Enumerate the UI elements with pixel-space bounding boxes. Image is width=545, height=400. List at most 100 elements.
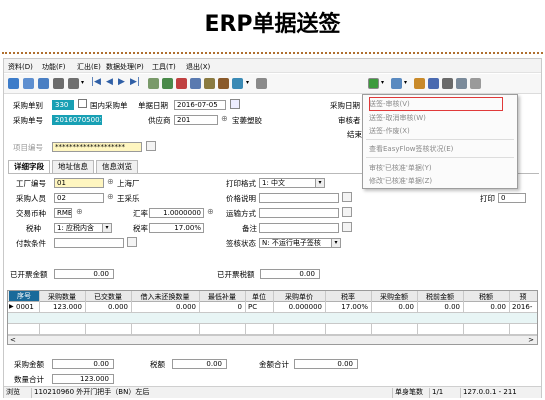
grid-cell[interactable]: 0.00 (374, 303, 414, 311)
tool-icon[interactable] (204, 78, 215, 89)
grid-cell[interactable]: 0001 (16, 303, 34, 311)
chevron-down-icon[interactable]: ▾ (102, 224, 111, 232)
tax-type-select[interactable]: 1: 应税内含 ▾ (54, 223, 112, 233)
menu-data[interactable]: 资料(D) (8, 62, 33, 72)
menu-exit[interactable]: 退出(X) (186, 62, 210, 72)
grid-cell[interactable]: 0.000 (88, 303, 128, 311)
table-row[interactable]: ▶ 0001 123.000 0.000 0.000 0 PC 0.000000… (8, 302, 537, 313)
grid-cell[interactable]: 0.00 (420, 303, 460, 311)
report-icon[interactable] (456, 78, 467, 89)
grid-cell[interactable]: 17.00% (328, 303, 368, 311)
people-icon[interactable] (414, 78, 425, 89)
price-note-lookup-icon[interactable] (342, 192, 352, 202)
purchase-type-field[interactable]: 330 (52, 100, 74, 110)
grid-header-cell[interactable]: 采购单价 (274, 292, 324, 302)
detail-grid[interactable]: 序号 采购数量 已交数量 借入未还换数量 最低补量 单位 采购单价 税率 采购金… (7, 290, 538, 345)
doc-icon[interactable] (391, 78, 402, 89)
grid-header-cell[interactable]: 最低补量 (200, 292, 244, 302)
grid-cell[interactable]: 123.000 (42, 303, 82, 311)
menu-function[interactable]: 功能(F) (42, 62, 66, 72)
project-lookup-icon[interactable] (146, 141, 156, 151)
menu-tools[interactable]: 工具(T) (152, 62, 176, 72)
payment-field[interactable] (54, 238, 124, 248)
grid-header-cell[interactable]: 预 (510, 292, 536, 302)
menu-item-easyflow-status[interactable]: 查看EasyFlow签核状况(E) (369, 144, 453, 154)
buyer-lookup-icon[interactable]: ⊕ (107, 192, 114, 201)
menu-process[interactable]: 数据处理(P) (106, 62, 144, 72)
print-preview-icon[interactable] (442, 78, 453, 89)
menu-export[interactable]: 汇出(E) (77, 62, 101, 72)
order-date-field[interactable]: 2016-07-05 (174, 100, 226, 110)
tab-detail[interactable]: 详细字段 (8, 160, 50, 173)
remark-field[interactable] (259, 223, 339, 233)
tab-info[interactable]: 信息浏览 (96, 160, 138, 173)
buyer-code-field[interactable]: 02 (54, 193, 104, 203)
purchase-no-field[interactable]: 20160705001 (52, 115, 102, 125)
tax-rate-field[interactable]: 17.00% (149, 223, 204, 233)
edit-icon[interactable] (38, 78, 49, 89)
first-record-icon[interactable]: |◀ (91, 77, 101, 87)
supplier-code-field[interactable]: 201 (174, 115, 218, 125)
grid-header-cell[interactable]: 借入未还换数量 (132, 292, 198, 302)
menu-item-submit-void[interactable]: 送签-作废(X) (369, 126, 410, 136)
grid-header-cell[interactable]: 单位 (246, 292, 272, 302)
grid-cell[interactable]: 0.000000 (276, 303, 322, 311)
menu-item-approve-approved[interactable]: 审核'已核准'单据(Y) (369, 163, 432, 173)
last-record-icon[interactable]: ▶| (130, 77, 140, 87)
sheet-icon[interactable] (148, 78, 159, 89)
grid-header-cell[interactable]: 税额 (464, 292, 508, 302)
calendar-icon[interactable] (230, 99, 240, 109)
scroll-right-icon[interactable]: > (528, 336, 534, 344)
menu-item-modify-approved[interactable]: 修改'已核准'单据(Z) (369, 176, 432, 186)
currency-field[interactable]: RMB (54, 208, 72, 218)
chevron-down-icon[interactable]: ▾ (381, 79, 384, 86)
tab-address[interactable]: 地址信息 (52, 160, 94, 173)
grid-header-cell[interactable]: 采购数量 (40, 292, 84, 302)
grid-cell[interactable]: 0.000 (134, 303, 196, 311)
grid-header-cell[interactable]: 已交数量 (86, 292, 130, 302)
grid-header-cell[interactable]: 序号 (9, 291, 39, 301)
menu-item-submit-approve[interactable]: 送签-审核(V) (369, 97, 503, 111)
factory-code-field[interactable]: 01 (54, 178, 104, 188)
table-row[interactable] (8, 324, 537, 335)
sign-status-select[interactable]: N: 不运行电子签核 ▾ (259, 238, 341, 248)
scroll-left-icon[interactable]: < (10, 336, 16, 344)
check-icon[interactable] (162, 78, 173, 89)
grid-header-cell[interactable]: 税前金额 (418, 292, 462, 302)
delete-icon[interactable] (53, 78, 64, 89)
chevron-down-icon[interactable]: ▾ (81, 79, 84, 86)
menu-item-submit-unapprove[interactable]: 送签-取消审核(W) (369, 113, 426, 123)
grid-cell[interactable]: PC (248, 303, 257, 311)
payment-lookup-icon[interactable] (127, 237, 137, 247)
rate-lookup-icon[interactable]: ⊕ (207, 207, 214, 216)
chevron-down-icon[interactable]: ▾ (315, 179, 324, 187)
factory-lookup-icon[interactable]: ⊕ (107, 177, 114, 186)
pen-icon[interactable] (218, 78, 229, 89)
grid-header-cell[interactable]: 税率 (326, 292, 370, 302)
lookup-icon[interactable]: ⊕ (221, 114, 228, 123)
project-field[interactable]: ******************** (52, 142, 142, 152)
next-record-icon[interactable]: ▶ (118, 77, 125, 87)
list-icon[interactable] (470, 78, 481, 89)
new-icon[interactable] (8, 78, 19, 89)
save-icon[interactable] (190, 78, 201, 89)
print-icon[interactable] (68, 78, 79, 89)
workflow-icon[interactable] (368, 78, 379, 89)
chevron-down-icon[interactable]: ▾ (331, 239, 340, 247)
print-format-select[interactable]: 1: 中文 ▾ (259, 178, 325, 188)
transfer-icon[interactable] (428, 78, 439, 89)
print-count-field[interactable]: 0 (498, 193, 526, 203)
currency-lookup-icon[interactable]: ⊕ (76, 207, 83, 216)
chevron-down-icon[interactable]: ▾ (404, 79, 407, 86)
grid-header-cell[interactable]: 采购金额 (372, 292, 416, 302)
grid-cell[interactable]: 2016- (512, 303, 532, 311)
transport-field[interactable] (259, 208, 339, 218)
search-icon[interactable] (232, 78, 243, 89)
chevron-down-icon[interactable]: ▾ (246, 79, 249, 86)
copy-icon[interactable] (23, 78, 34, 89)
grid-cell[interactable]: 0 (202, 303, 242, 311)
horizontal-scrollbar[interactable]: < > (8, 335, 537, 344)
cancel-icon[interactable] (176, 78, 187, 89)
transport-lookup-icon[interactable] (342, 207, 352, 217)
grid-cell[interactable]: 0.00 (466, 303, 506, 311)
